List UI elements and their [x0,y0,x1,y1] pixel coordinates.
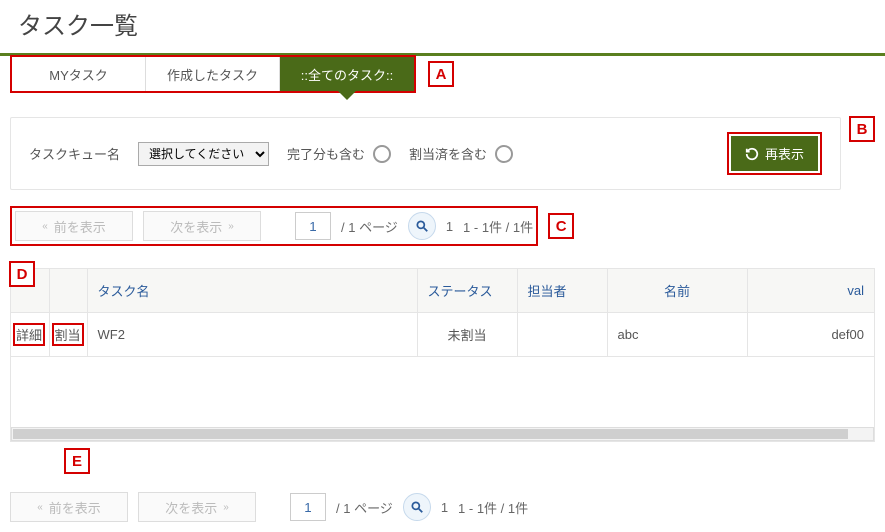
annotation-marker-a: A [428,61,454,87]
tab-my-tasks[interactable]: MYタスク [12,57,146,91]
header-action-2 [49,269,87,313]
include-assigned-toggle[interactable] [495,145,513,163]
table-row: 詳細 割当 WF2 未割当 abc def00 [11,313,874,357]
chevron-left-icon: « [42,221,48,232]
include-completed-label: 完了分も含む [287,144,365,163]
page-search-button[interactable] [408,212,436,240]
page-total-bottom: / 1 ページ [336,498,393,517]
next-label-bottom: 次を表示 [165,498,217,517]
pager-top: « 前を表示 次を表示 » / 1 ページ 1 1 - 1件 / 1件 [10,206,538,246]
header-task-name[interactable]: タスク名 [87,269,417,313]
page-range-1-bottom: 1 [441,500,448,515]
header-name[interactable]: 名前 [607,269,747,313]
tab-all-tasks[interactable]: ::全てのタスク:: [280,57,414,91]
next-page-button-bottom[interactable]: 次を表示 » [138,492,256,522]
cell-task-name: WF2 [87,313,417,357]
annotation-marker-e: E [64,448,90,474]
tabs: MYタスク 作成したタスク ::全てのタスク:: [10,55,416,93]
prev-page-button-bottom[interactable]: « 前を表示 [10,492,128,522]
annotation-marker-d: D [9,261,35,287]
header-status[interactable]: ステータス [417,269,517,313]
queue-select[interactable]: 選択してください [138,142,269,166]
prev-label: 前を表示 [54,217,106,236]
page-title: タスク一覧 [10,0,875,53]
assign-link[interactable]: 割当 [55,328,81,343]
page-search-button-bottom[interactable] [403,493,431,521]
next-page-button[interactable]: 次を表示 » [143,211,261,241]
task-table: タスク名 ステータス 担当者 名前 val 詳細 割当 WF2 未割当 abc … [11,269,874,357]
cell-status: 未割当 [417,313,517,357]
search-icon [410,500,424,514]
filter-bar: タスクキュー名 選択してください 完了分も含む 割当済を含む 再表示 [10,117,841,190]
page-range-2: 1 - 1件 / 1件 [463,217,533,236]
refresh-icon [745,147,759,161]
horizontal-scrollbar[interactable] [11,427,874,441]
queue-label: タスクキュー名 [29,144,120,163]
header-assignee[interactable]: 担当者 [517,269,607,313]
tab-created-tasks[interactable]: 作成したタスク [146,57,280,91]
prev-label-bottom: 前を表示 [49,498,101,517]
cell-assignee [517,313,607,357]
prev-page-button[interactable]: « 前を表示 [15,211,133,241]
include-completed-toggle[interactable] [373,145,391,163]
cell-name: abc [607,313,747,357]
next-label: 次を表示 [170,217,222,236]
detail-link[interactable]: 詳細 [16,328,42,343]
page-number-input-bottom[interactable] [290,493,326,521]
page-total: / 1 ページ [341,217,398,236]
search-icon [415,219,429,233]
chevron-right-icon: » [228,221,234,232]
cell-val: def00 [747,313,874,357]
header-val[interactable]: val [747,269,874,313]
annotation-marker-b: B [849,116,875,142]
refresh-label: 再表示 [765,144,804,163]
page-range-2-bottom: 1 - 1件 / 1件 [458,498,528,517]
page-range-1: 1 [446,219,453,234]
page-number-input[interactable] [295,212,331,240]
annotation-marker-c: C [548,213,574,239]
refresh-button[interactable]: 再表示 [731,136,818,171]
include-assigned-label: 割当済を含む [409,144,487,163]
pager-bottom: « 前を表示 次を表示 » / 1 ページ 1 1 - 1件 / 1件 [10,492,875,532]
